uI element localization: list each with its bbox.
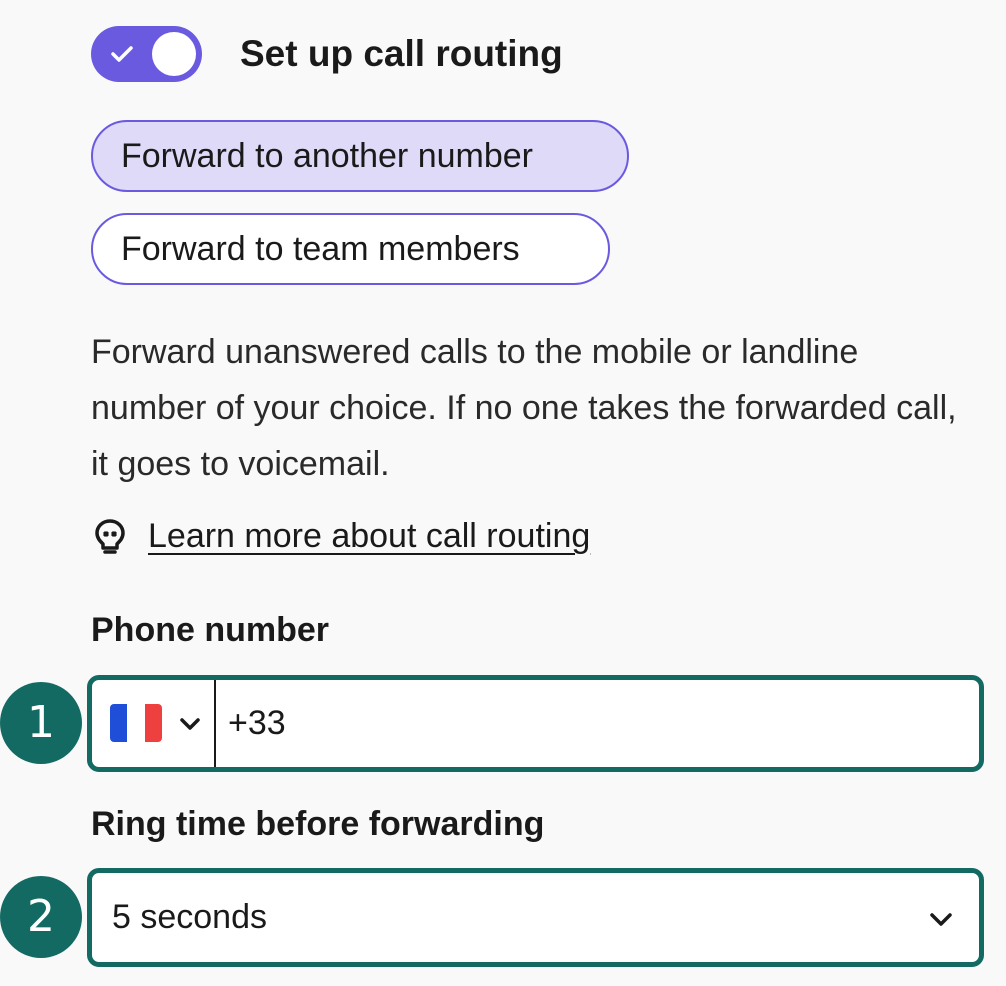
step-badge-1: 1 <box>0 682 82 764</box>
toggle-label: Set up call routing <box>240 33 563 74</box>
chevron-down-icon <box>930 913 952 926</box>
option-forward-to-team-members[interactable]: Forward to team members <box>91 213 610 285</box>
ring-time-value: 5 seconds <box>112 898 267 936</box>
toggle-knob <box>152 32 196 76</box>
phone-number-field[interactable]: +33 <box>87 675 984 772</box>
step-badge-2: 2 <box>0 876 82 958</box>
ring-time-label: Ring time before forwarding <box>91 805 545 843</box>
phone-number-label: Phone number <box>91 611 330 649</box>
check-icon <box>111 46 133 62</box>
phone-number-input[interactable]: +33 <box>228 680 286 767</box>
call-routing-toggle[interactable] <box>91 26 202 82</box>
routing-description: Forward unanswered calls to the mobile o… <box>91 333 957 483</box>
chevron-down-icon <box>180 718 200 730</box>
lightbulb-icon <box>95 519 125 554</box>
option-forward-to-another-number[interactable]: Forward to another number <box>91 120 629 192</box>
country-code-select[interactable] <box>92 680 216 767</box>
ring-time-select[interactable]: 5 seconds <box>87 868 984 967</box>
france-flag-icon <box>110 704 162 742</box>
learn-more-link[interactable]: Learn more about call routing <box>148 514 590 558</box>
